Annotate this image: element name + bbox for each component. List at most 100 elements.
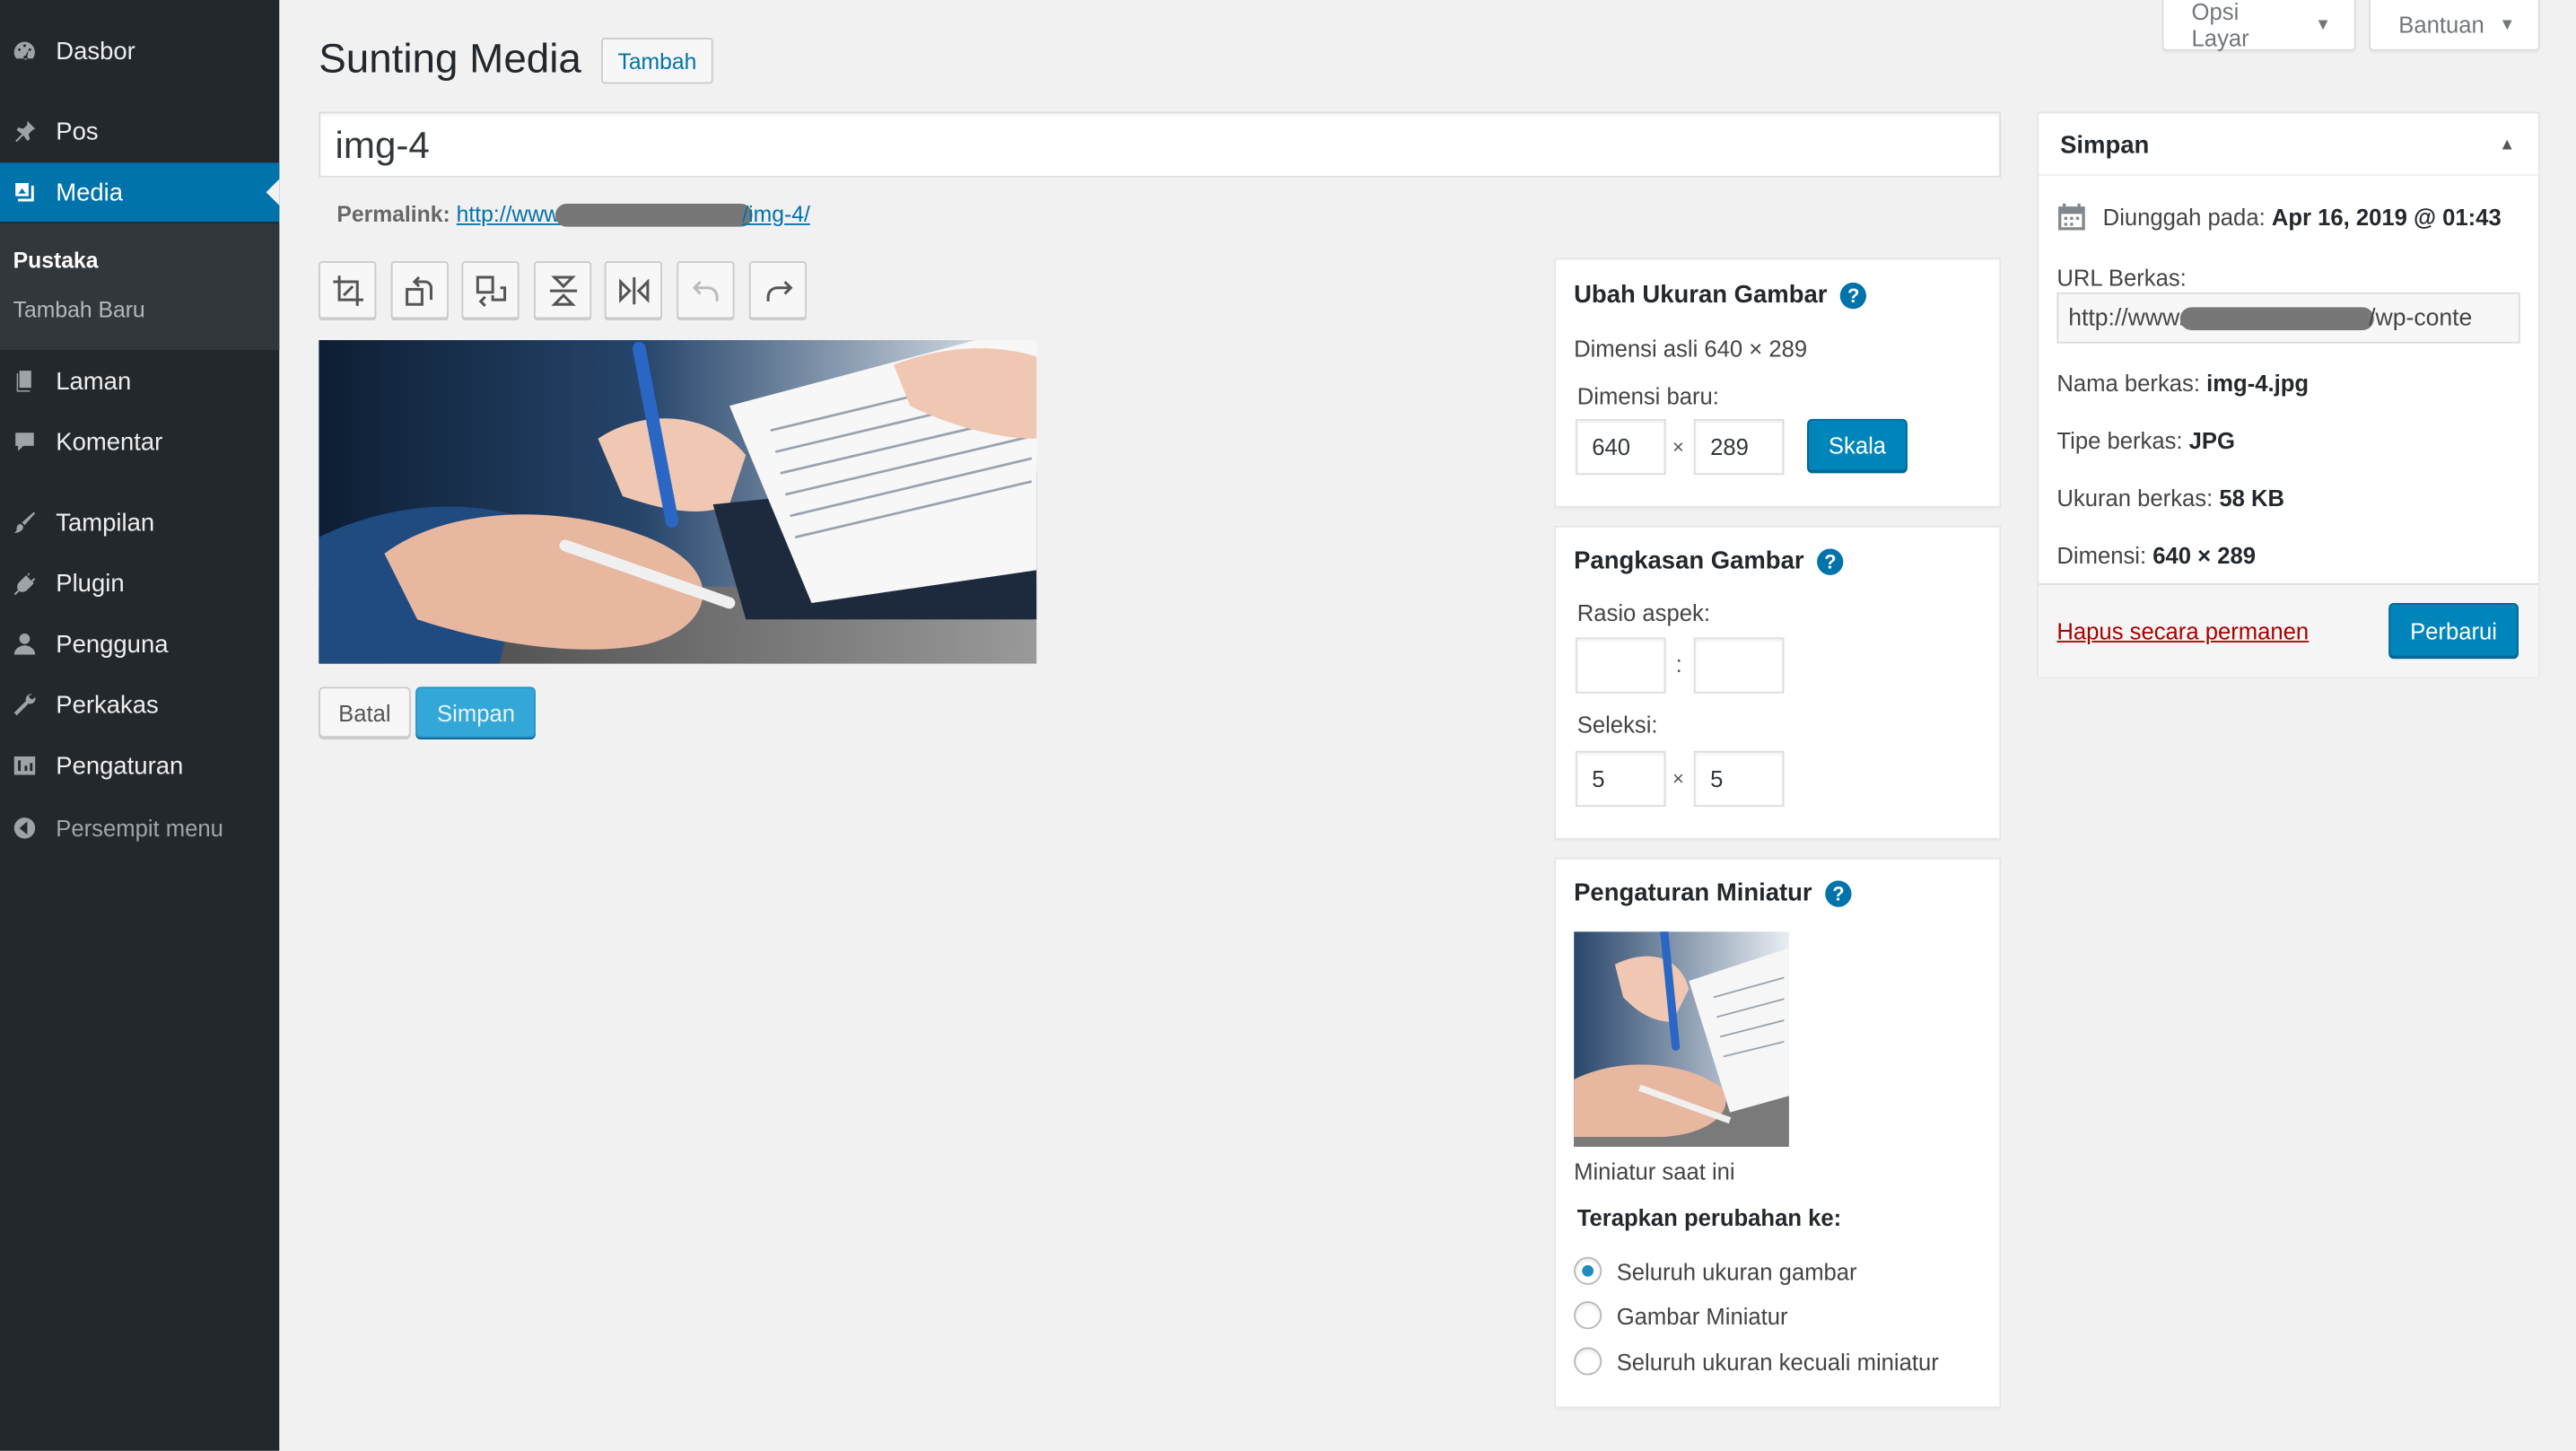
help-icon[interactable]: ? [1840, 282, 1867, 309]
file-type-label: Tipe berkas: [2056, 427, 2183, 454]
crop-image-panel: Pangkasan Gambar ? Rasio aspek: : Seleks… [1554, 525, 2002, 840]
rotate-right-icon [475, 275, 506, 307]
save-box-header[interactable]: Simpan ▲ [2039, 113, 2538, 176]
menu-label: Laman [56, 367, 132, 396]
menu-tampilan[interactable]: Tampilan [0, 493, 279, 552]
menu-plugin[interactable]: Plugin [0, 554, 279, 613]
apply-except-thumbnail-option[interactable]: Seluruh ukuran kecuali miniatur [1574, 1347, 1939, 1376]
file-url-label: URL Berkas: [2056, 264, 2187, 292]
uploaded-label: Diunggah pada: [2102, 204, 2266, 231]
apply-changes-label: Terapkan perubahan ke: [1576, 1204, 1842, 1231]
apply-all-sizes-option[interactable]: Seluruh ukuran gambar [1574, 1256, 1857, 1285]
menu-perkakas[interactable]: Perkakas [0, 676, 279, 735]
permalink-url-end: /img-4/ [742, 202, 810, 227]
thumbnail-panel-heading: Pengaturan Miniatur ? [1574, 878, 1852, 907]
current-thumbnail-caption: Miniatur saat ini [1574, 1158, 1735, 1185]
scale-height-input[interactable]: 289 [1693, 418, 1785, 476]
redo-button[interactable] [748, 261, 808, 319]
file-name-label: Nama berkas: [2056, 369, 2200, 397]
rotate-left-button[interactable] [390, 261, 449, 319]
collapse-arrow-icon [12, 815, 38, 841]
file-type: Tipe berkas: JPG [2056, 427, 2235, 453]
redacted-mark [554, 204, 753, 228]
collapse-menu-button[interactable]: Persempit menu [0, 799, 279, 858]
redacted-mark [2179, 306, 2374, 330]
menu-pos[interactable]: Pos [0, 102, 279, 162]
menu-label: Pengaturan [56, 751, 184, 780]
menu-media[interactable]: Media [0, 162, 280, 223]
save-edit-button[interactable]: Simpan [415, 686, 537, 739]
aspect-ratio-height-input[interactable] [1693, 637, 1785, 694]
flip-vertical-button[interactable] [534, 261, 592, 319]
permalink-label: Permalink: [336, 202, 450, 227]
thumbnail-title: Pengaturan Miniatur [1574, 878, 1812, 907]
delete-permanently-link[interactable]: Hapus secara permanen [2056, 617, 2309, 643]
flip-horizontal-icon [618, 276, 649, 304]
dimensions-label: Dimensi: [2056, 542, 2147, 569]
plugin-icon [12, 570, 38, 596]
rotate-right-button[interactable] [461, 261, 520, 319]
user-icon [12, 631, 38, 657]
add-new-button[interactable]: Tambah [601, 38, 713, 84]
option-label: Seluruh ukuran gambar [1616, 1257, 1857, 1284]
crop-button[interactable] [319, 261, 377, 319]
menu-label: Plugin [56, 569, 125, 598]
submenu-pustaka[interactable]: Pustaka [13, 248, 99, 272]
aspect-ratio-width-input[interactable] [1575, 637, 1666, 694]
menu-laman[interactable]: Laman [0, 352, 279, 411]
file-url-input[interactable]: http://www. /wp-conte [2056, 292, 2520, 344]
option-label: Seluruh ukuran kecuali miniatur [1616, 1348, 1939, 1375]
aspect-ratio-label: Rasio aspek: [1576, 599, 1710, 626]
scale-title: Ubah Ukuran Gambar [1574, 281, 1828, 310]
save-meta-box: Simpan ▲ Diunggah pada: Apr 16, 2019 @ 0… [2037, 111, 2540, 677]
crop-title: Pangkasan Gambar [1574, 546, 1804, 575]
menu-komentar[interactable]: Komentar [0, 413, 279, 472]
submenu-tambah-baru[interactable]: Tambah Baru [13, 297, 145, 321]
collapse-toggle-icon[interactable]: ▲ [2499, 136, 2515, 154]
radio-unselected[interactable] [1574, 1301, 1602, 1330]
flip-horizontal-button[interactable] [604, 261, 662, 319]
update-button[interactable]: Perbarui [2388, 602, 2519, 658]
radio-selected[interactable] [1574, 1256, 1602, 1285]
times-sign: × [1672, 435, 1684, 459]
dashboard-icon [12, 38, 38, 64]
selection-width-input[interactable]: 5 [1575, 750, 1666, 808]
redo-icon [765, 280, 792, 301]
calendar-icon [2058, 203, 2085, 231]
undo-button[interactable] [677, 261, 735, 319]
page-title: Sunting Media [319, 36, 581, 83]
dimensions-value: 640 × 289 [2152, 542, 2257, 569]
help-icon[interactable]: ? [1817, 547, 1844, 574]
save-box-title: Simpan [2060, 131, 2150, 160]
pin-icon [12, 118, 38, 144]
help-label: Bantuan [2398, 11, 2484, 39]
selection-height-input[interactable]: 5 [1693, 750, 1785, 808]
radio-unselected[interactable] [1574, 1347, 1602, 1376]
menu-pengguna[interactable]: Pengguna [0, 615, 279, 674]
apply-thumbnail-option[interactable]: Gambar Miniatur [1574, 1301, 1788, 1330]
cancel-button[interactable]: Batal [319, 686, 411, 739]
handshake-document-image [319, 340, 1037, 664]
edited-image[interactable] [319, 340, 1037, 664]
thumbnail-settings-panel: Pengaturan Miniatur ? Miniatur saat ini … [1554, 857, 2002, 1409]
help-button[interactable]: Bantuan ▼ [2369, 0, 2540, 51]
menu-label: Media [56, 178, 124, 206]
selection-label: Seleksi: [1576, 711, 1658, 739]
menu-pengaturan[interactable]: Pengaturan [0, 736, 279, 795]
uploaded-value: Apr 16, 2019 @ 01:43 [2271, 204, 2502, 231]
permalink-link[interactable]: http://www. /img-4/ [457, 202, 810, 228]
file-url-end: /wp-conte [2369, 304, 2473, 331]
scale-panel-heading: Ubah Ukuran Gambar ? [1574, 281, 1867, 310]
rotate-left-icon [405, 275, 432, 305]
screen-options-button[interactable]: Opsi Layar ▼ [2161, 0, 2356, 51]
menu-dasbor[interactable]: Dasbor [0, 22, 279, 81]
permalink: Permalink: http://www. /img-4/ [336, 202, 810, 228]
menu-label: Pos [56, 117, 99, 146]
undo-icon [691, 280, 718, 301]
scale-button[interactable]: Skala [1807, 418, 1908, 472]
help-icon[interactable]: ? [1825, 879, 1852, 906]
crop-icon [332, 275, 363, 305]
file-size-value: 58 KB [2219, 485, 2285, 511]
title-input[interactable]: img-4 [319, 111, 2002, 178]
scale-width-input[interactable]: 640 [1575, 418, 1666, 476]
